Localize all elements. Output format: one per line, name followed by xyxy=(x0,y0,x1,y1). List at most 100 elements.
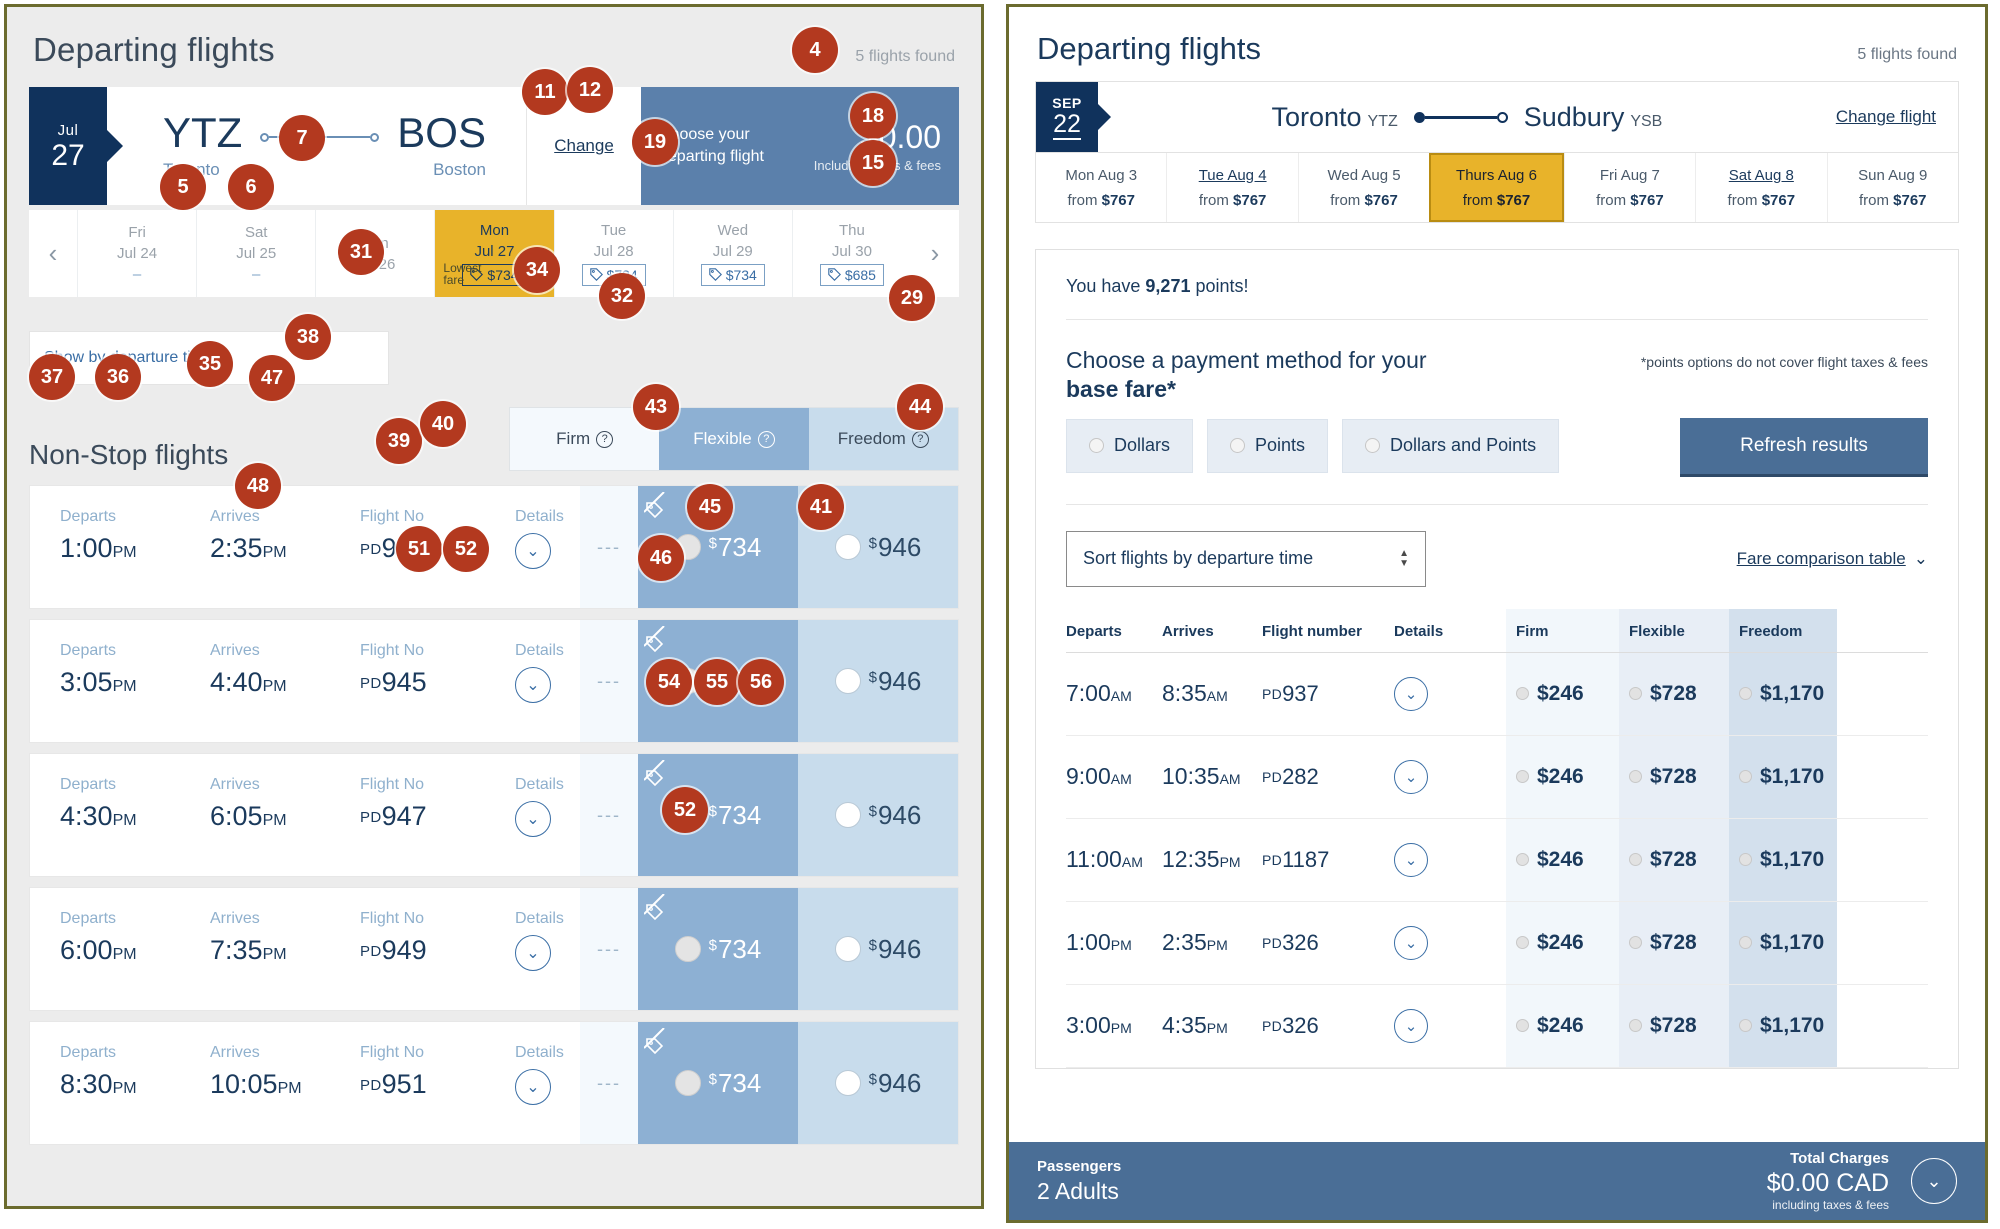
right-date-cell[interactable]: Wed Aug 5 from $767 xyxy=(1297,153,1429,222)
right-freedom-radio[interactable] xyxy=(1739,770,1752,783)
freedom-fare-cell[interactable]: $946 xyxy=(798,888,958,1010)
right-flexible-radio[interactable] xyxy=(1629,1019,1642,1032)
right-flexible-cell[interactable]: $728 xyxy=(1619,984,1729,1067)
details-expand-chevron-icon[interactable]: ⌄ xyxy=(515,667,551,703)
refresh-results-button[interactable]: Refresh results xyxy=(1680,417,1928,474)
flight-row[interactable]: Departs 8:30PM Arrives 10:05PM Flight No PD95… xyxy=(29,1021,959,1145)
flight-row[interactable]: Departs 6:00PM Arrives 7:35PM Flight No PD949… xyxy=(29,887,959,1011)
right-freedom-radio[interactable] xyxy=(1739,687,1752,700)
details-expand-chevron-icon[interactable]: ⌄ xyxy=(515,1069,551,1105)
flexible-fare-cell[interactable]: $734 xyxy=(638,1022,798,1144)
right-firm-cell[interactable]: $246 xyxy=(1506,984,1619,1067)
right-firm-radio[interactable] xyxy=(1516,936,1529,949)
right-arrives-time: 10:35AM xyxy=(1162,763,1241,789)
freedom-fare-cell[interactable]: $946 xyxy=(798,1022,958,1144)
right-freedom-radio[interactable] xyxy=(1739,936,1752,949)
right-flexible-radio[interactable] xyxy=(1629,687,1642,700)
right-firm-cell[interactable]: $246 xyxy=(1506,735,1619,818)
right-flight-row[interactable]: 1:00PM 2:35PM PD326 ⌄ $246 $728 $1,170 xyxy=(1066,901,1928,985)
details-expand-chevron-icon[interactable]: ⌄ xyxy=(515,533,551,569)
right-flight-row[interactable]: 9:00AM 10:35AM PD282 ⌄ $246 $728 $1,170 xyxy=(1066,735,1928,819)
right-firm-cell[interactable]: $246 xyxy=(1506,901,1619,984)
change-flight-link[interactable]: Change flight xyxy=(1836,107,1936,127)
payment-option-dollars[interactable]: Dollars xyxy=(1066,418,1194,473)
route-origin-dot-icon xyxy=(260,132,270,142)
right-firm-radio[interactable] xyxy=(1516,687,1529,700)
flight-row[interactable]: Departs 3:05PM Arrives 4:40PM Flight No PD945… xyxy=(29,619,959,743)
date-cell[interactable]: Sat Jul 25 – xyxy=(196,210,315,297)
change-flight-box[interactable]: Change flight xyxy=(1836,82,1958,152)
right-firm-radio[interactable] xyxy=(1516,770,1529,783)
right-date-cell[interactable]: Thurs Aug 6 from $767 xyxy=(1429,153,1564,222)
annotation-badge-48: 48 xyxy=(235,463,281,509)
date-cell[interactable]: Fri Jul 24 – xyxy=(77,210,196,297)
right-firm-radio[interactable] xyxy=(1516,853,1529,866)
details-expand-chevron-icon[interactable]: ⌄ xyxy=(515,935,551,971)
details-expand-chevron-icon[interactable]: ⌄ xyxy=(515,801,551,837)
right-freedom-cell[interactable]: $1,170 xyxy=(1729,735,1837,818)
payment-option-radio[interactable] xyxy=(1089,438,1104,453)
payment-option-points[interactable]: Points xyxy=(1207,418,1329,473)
payment-option-dollars-and-points[interactable]: Dollars and Points xyxy=(1342,418,1560,473)
right-firm-radio[interactable] xyxy=(1516,1019,1529,1032)
freedom-fare-radio[interactable] xyxy=(834,668,861,694)
firm-fare-cell: --- xyxy=(580,754,638,876)
origin-code: YTZ xyxy=(163,109,243,156)
footer-expand-chevron-icon[interactable]: ⌄ xyxy=(1911,1158,1957,1204)
help-icon[interactable]: ? xyxy=(596,430,614,448)
right-freedom-radio[interactable] xyxy=(1739,1019,1752,1032)
freedom-fare-radio[interactable] xyxy=(834,802,861,828)
right-flight-row[interactable]: 3:00PM 4:35PM PD326 ⌄ $246 $728 $1,170 xyxy=(1066,984,1928,1068)
freedom-fare-radio[interactable] xyxy=(834,1070,861,1096)
flight-row[interactable]: Departs 4:30PM Arrives 6:05PM Flight No PD947… xyxy=(29,753,959,877)
right-date-cell[interactable]: Mon Aug 3 from $767 xyxy=(1036,153,1166,222)
right-flight-row[interactable]: 7:00AM 8:35AM PD937 ⌄ $246 $728 $1,170 xyxy=(1066,652,1928,736)
fare-tab-flexible[interactable]: Flexible? xyxy=(659,408,809,470)
right-date-cell[interactable]: Sun Aug 9 from $767 xyxy=(1826,153,1958,222)
help-icon[interactable]: ? xyxy=(911,430,929,448)
departs-cell: Departs 6:00PM xyxy=(30,888,180,1010)
right-flexible-cell[interactable]: $728 xyxy=(1619,901,1729,984)
right-date-cell[interactable]: Tue Aug 4 from $767 xyxy=(1166,153,1297,222)
date-cell[interactable]: Wed Jul 29 $734 xyxy=(672,210,792,297)
right-flexible-cell[interactable]: $728 xyxy=(1619,652,1729,735)
right-flexible-radio[interactable] xyxy=(1629,770,1642,783)
right-date-cell[interactable]: Fri Aug 7 from $767 xyxy=(1563,153,1695,222)
right-freedom-cell[interactable]: $1,170 xyxy=(1729,652,1837,735)
payment-option-radio[interactable] xyxy=(1230,438,1246,453)
change-link[interactable]: Change xyxy=(554,136,614,156)
right-details-expand-chevron-icon[interactable]: ⌄ xyxy=(1394,1008,1428,1043)
right-flexible-cell[interactable]: $728 xyxy=(1619,818,1729,901)
date-carousel-prev-icon[interactable]: ‹ xyxy=(29,210,77,297)
right-flight-row[interactable]: 11:00AM 12:35PM PD1187 ⌄ $246 $728 $1,170 xyxy=(1066,818,1928,902)
right-flexible-cell[interactable]: $728 xyxy=(1619,735,1729,818)
right-details-expand-chevron-icon[interactable]: ⌄ xyxy=(1394,842,1428,877)
right-details-expand-chevron-icon[interactable]: ⌄ xyxy=(1394,925,1428,960)
right-flexible-radio[interactable] xyxy=(1629,853,1642,866)
right-freedom-cell[interactable]: $1,170 xyxy=(1729,901,1837,984)
right-flexible-radio[interactable] xyxy=(1629,936,1642,949)
departs-meridiem: PM xyxy=(112,1080,137,1097)
details-cell: Details ⌄ xyxy=(485,888,580,1010)
freedom-fare-cell[interactable]: $946 xyxy=(798,754,958,876)
right-firm-price-wrap: $246 xyxy=(1506,931,1584,955)
right-date-cell-label: Tue Aug 4 xyxy=(1198,166,1267,184)
freedom-fare-radio[interactable] xyxy=(834,534,861,560)
flight-number: PD947 xyxy=(360,801,427,831)
fare-comparison-table-toggle[interactable]: Fare comparison table ⌄ xyxy=(1737,549,1928,569)
help-icon[interactable]: ? xyxy=(757,430,775,448)
right-freedom-radio[interactable] xyxy=(1739,853,1752,866)
payment-option-radio[interactable] xyxy=(1365,438,1381,453)
right-date-cell[interactable]: Sat Aug 8 from $767 xyxy=(1695,153,1826,222)
freedom-fare-radio[interactable] xyxy=(834,936,861,962)
right-freedom-cell[interactable]: $1,170 xyxy=(1729,984,1837,1067)
right-firm-cell[interactable]: $246 xyxy=(1506,652,1619,735)
annotation-badge-35: 35 xyxy=(187,341,233,387)
flexible-fare-cell[interactable]: $734 xyxy=(638,888,798,1010)
right-details-expand-chevron-icon[interactable]: ⌄ xyxy=(1394,676,1428,711)
right-firm-cell[interactable]: $246 xyxy=(1506,818,1619,901)
freedom-fare-cell[interactable]: $946 xyxy=(798,620,958,742)
right-details-expand-chevron-icon[interactable]: ⌄ xyxy=(1394,759,1428,794)
right-freedom-cell[interactable]: $1,170 xyxy=(1729,818,1837,901)
sort-flights-select[interactable]: Sort flights by departure time ▲ ▼ xyxy=(1066,530,1426,587)
